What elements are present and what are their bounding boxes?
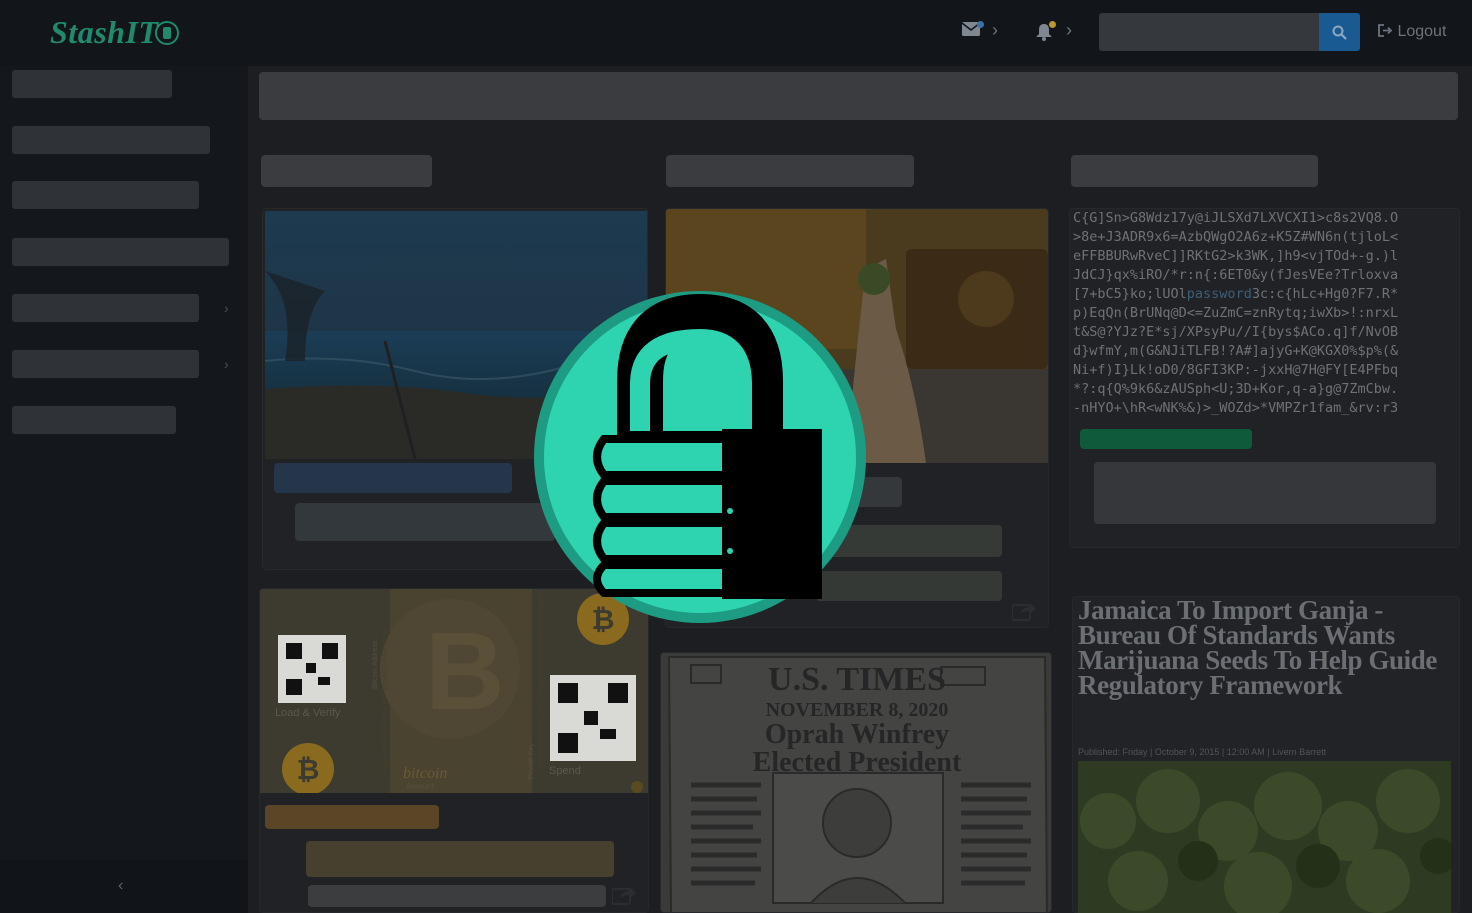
text-line: JdCJ}qx%iRO/*r:n{:6ET0&y(fJesVEe?Trloxva — [1073, 267, 1399, 283]
column-title-placeholder — [261, 155, 432, 187]
highlighted-word: password — [1186, 286, 1252, 302]
logout-label: Logout — [1397, 23, 1447, 40]
alert-notification-dot — [1049, 21, 1056, 28]
address-label: Bitcoin Address — [372, 640, 379, 689]
card-text-placeholder — [1094, 462, 1436, 524]
load-verify-caption: Load & Verify — [275, 707, 341, 719]
text-line: [7+bC5}ko;lUOl — [1073, 286, 1187, 302]
text-line: *?:q{Q%9k6&zAUSph<U;3D+Kor,q-a}g@7ZmCbw. — [1073, 381, 1399, 397]
svg-text:₿: ₿ — [297, 754, 320, 785]
text-line: 3c:c{hLc+Hg0?F7.R* — [1251, 286, 1399, 302]
text-line: C{G]Sn>G8Wdz17y@iJLSXd7LXVCXI1>c8s2VQ8.O — [1073, 210, 1399, 226]
sidebar-item[interactable] — [12, 181, 199, 209]
card-title-placeholder — [274, 463, 512, 493]
private-key-text: 5Jh4HfYgW8NaC9xuK3TQvwTuHJMTnTzBGDwtZ8Ew… — [538, 593, 545, 773]
text-line: Ni+f)I}Lk!oD0/8GFI3KP:-jxxH@7H@FY[E4PFbq — [1073, 362, 1399, 378]
column-title-placeholder — [1071, 155, 1318, 187]
sidebar-item[interactable] — [12, 70, 172, 98]
spend-caption: Spend — [549, 765, 581, 777]
text-line: >8e+J3ADR9x6=AzbQWgO2A6z+K5Z#WN6n(tjloL< — [1073, 229, 1399, 245]
brand-logo[interactable]: StashIT — [50, 14, 180, 51]
card-title-placeholder — [265, 805, 439, 829]
newspaper-headline-line-2: Elected President — [752, 747, 962, 778]
article-headline[interactable]: Jamaica To Import Ganja - Bureau Of Stan… — [1078, 597, 1458, 699]
bitcoin-address-text: 1C1jGmTWMH1ByAz8HWF4Gq47ZHYBRNgq8l — [382, 628, 389, 779]
article-byline: Published: Friday | October 9, 2015 | 12… — [1078, 747, 1327, 757]
chevron-right-icon[interactable]: › — [992, 20, 998, 41]
text-line: eFFBBURwRveC]]RKtG2>k3WK,]h9<vjTOd+-g.)l — [1073, 248, 1399, 264]
private-key-label: Private Key — [528, 743, 535, 779]
search-icon — [1332, 25, 1347, 40]
sidebar-item[interactable] — [12, 350, 199, 378]
text-line: p)EqQn(BrUNq@D<=ZuZmC=znRytq;iwXb>!:nrxL — [1073, 305, 1399, 321]
share-icon[interactable] — [611, 885, 636, 910]
search-input[interactable] — [1099, 13, 1319, 51]
sidebar-collapse-button[interactable]: ‹ — [0, 860, 248, 913]
stash-card[interactable]: U.S. TIMES NOVEMBER 8, 2020 Oprah Winfre… — [660, 652, 1052, 913]
column-title-placeholder — [666, 155, 914, 187]
hand-icon — [155, 21, 180, 45]
tag-placeholder — [1080, 429, 1252, 449]
chevron-right-icon[interactable]: › — [224, 300, 229, 316]
stash-card[interactable]: B ₿ ₿ Load & Verify Spend bitcoin Amount… — [259, 588, 649, 913]
text-line: -nHYO+\hR<wNK%&)>_WOZd>*VMPZr1fam_&rv:r3 — [1073, 400, 1399, 416]
mail-notification-dot — [977, 21, 984, 28]
cannabis-plants-image — [1078, 761, 1451, 913]
svg-text:B: B — [425, 610, 504, 733]
chevron-right-icon[interactable]: › — [224, 356, 229, 372]
bitcoin-brand-text: bitcoin — [403, 765, 448, 782]
sidebar-item[interactable] — [12, 126, 210, 154]
chevron-left-icon: ‹ — [118, 877, 124, 894]
card-text-placeholder — [295, 503, 555, 541]
card-text-placeholder — [308, 885, 606, 907]
sidebar-item[interactable] — [12, 238, 229, 266]
newspaper-masthead: U.S. TIMES — [768, 661, 946, 698]
text-line: t&S@?YJz?E*sj/XPsyPu//I{bys$ACo.q]f/NvOB — [1073, 324, 1399, 340]
password-text-block: C{G]Sn>G8Wdz17y@iJLSXd7LXVCXI1>c8s2VQ8.O… — [1073, 209, 1459, 419]
sign-out-icon — [1378, 24, 1393, 37]
sidebar: › › — [0, 66, 248, 913]
chevron-right-icon[interactable]: › — [1066, 20, 1072, 41]
top-navbar: StashIT › › Logout — [0, 0, 1472, 66]
logout-link[interactable]: Logout — [1378, 23, 1446, 41]
amount-label: Amount: — [406, 782, 436, 791]
text-line: d}wfmY,m(G&NJiTLFB!?A#]ajyG+K@KGX0%$p%(& — [1073, 343, 1399, 359]
sidebar-item[interactable] — [12, 406, 176, 434]
page-header-placeholder — [259, 72, 1458, 120]
padlock-icon — [532, 289, 868, 625]
card-text-placeholder — [306, 841, 614, 877]
search-button[interactable] — [1319, 13, 1360, 51]
sidebar-item[interactable] — [12, 294, 199, 322]
share-icon[interactable] — [1011, 601, 1036, 626]
